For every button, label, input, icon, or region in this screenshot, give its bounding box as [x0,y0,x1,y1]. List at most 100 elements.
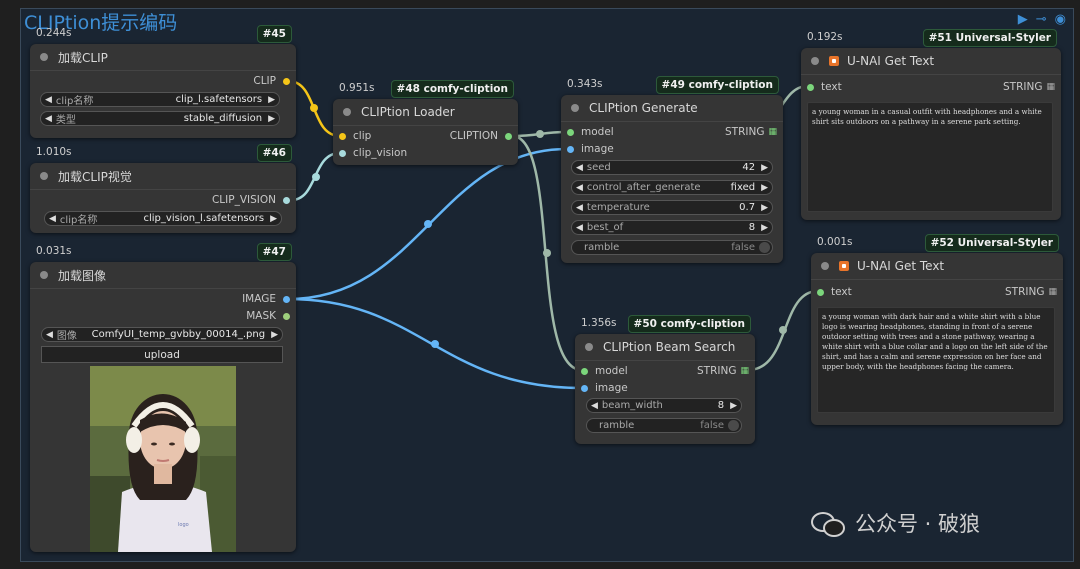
output-clip-vision[interactable]: CLIP_VISION [212,194,290,206]
output-string[interactable]: STRING ▦ [1003,81,1055,93]
input-text[interactable]: text [807,81,842,93]
arrow-left-icon[interactable]: ◀ [576,183,583,193]
grid-icon[interactable]: ▦ [1046,82,1055,92]
collapse-dot-icon[interactable] [40,271,48,279]
input-image-dot[interactable] [567,145,574,153]
node-title: 加载图像 [58,268,107,283]
beam-width-widget[interactable]: ◀ beam_width 8 ▶ [586,398,742,413]
input-image[interactable]: image [567,143,614,155]
output-image-dot[interactable] [283,295,290,303]
input-model[interactable]: model [567,126,614,138]
node-load-image[interactable]: 0.031s #47 加载图像 IMAGE MASK ◀ 图像 ComfyUI_… [30,243,296,552]
output-text-area[interactable]: a young woman in a casual outfit with he… [807,102,1053,212]
input-clip-label: clip [353,130,372,142]
node-header[interactable]: U-NAI Get Text [801,48,1061,75]
output-string[interactable]: STRING ▦ [697,365,749,377]
upload-button[interactable]: upload [41,346,283,363]
arrow-right-icon[interactable]: ▶ [268,95,275,105]
clip-vision-name-combo[interactable]: ◀ clip名称 clip_vision_l.safetensors ▶ [44,211,282,226]
best-of-widget[interactable]: ◀ best_of 8 ▶ [571,220,773,235]
arrow-right-icon[interactable]: ▶ [270,214,277,224]
node-header[interactable]: CLIPtion Generate [561,95,783,122]
ramble-toggle[interactable]: ramble false [586,418,742,433]
collapse-dot-icon[interactable] [40,172,48,180]
output-image[interactable]: IMAGE [242,293,290,305]
collapse-dot-icon[interactable] [821,262,829,270]
node-header[interactable]: CLIPtion Beam Search [575,334,755,361]
arrow-left-icon[interactable]: ◀ [591,401,598,411]
input-image[interactable]: image [581,382,628,394]
image-combo[interactable]: ◀ 图像 ComfyUI_temp_gvbby_00014_.png ▶ [41,327,283,342]
clip-name-combo[interactable]: ◀ clip名称 clip_l.safetensors ▶ [40,92,280,107]
arrow-right-icon[interactable]: ▶ [761,203,768,213]
input-clip-vision[interactable]: clip_vision [339,147,407,159]
control-after-generate-widget[interactable]: ◀ control_after_generate fixed ▶ [571,180,773,195]
input-clip-vision-dot[interactable] [339,149,346,157]
output-mask[interactable]: MASK [246,310,290,322]
node-header[interactable]: 加载CLIP [30,44,296,71]
arrow-left-icon[interactable]: ◀ [576,203,583,213]
input-clip-dot[interactable] [339,132,346,140]
input-text[interactable]: text [817,286,852,298]
grid-icon[interactable]: ▦ [1048,287,1057,297]
eye-icon[interactable]: ◉ [1055,12,1066,27]
node-header[interactable]: CLIPtion Loader [333,99,518,126]
node-load-clip[interactable]: 0.244s #45 加载CLIP CLIP ◀ clip名称 clip_l.s… [30,25,296,138]
arrow-right-icon[interactable]: ▶ [761,163,768,173]
output-mask-dot[interactable] [283,312,290,320]
grid-icon[interactable]: ▦ [768,127,777,137]
output-string[interactable]: STRING ▦ [725,126,777,138]
arrow-left-icon[interactable]: ◀ [576,163,583,173]
node-cliption-beam-search[interactable]: 1.356s #50 comfy-cliption CLIPtion Beam … [575,315,755,444]
output-cliption-dot[interactable] [505,132,512,140]
arrow-right-icon[interactable]: ▶ [271,330,278,340]
link-icon[interactable]: ⊸ [1036,12,1047,27]
arrow-left-icon[interactable]: ◀ [49,214,56,224]
toggle-knob-icon[interactable] [759,242,770,253]
node-unai-get-text-51[interactable]: 0.192s #51 Universal-Styler U-NAI Get Te… [801,29,1061,220]
node-load-clip-vision[interactable]: 1.010s #46 加载CLIP视觉 CLIP_VISION ◀ clip名称… [30,144,296,233]
input-text-dot[interactable] [807,83,814,91]
input-text-dot[interactable] [817,288,824,296]
collapse-dot-icon[interactable] [40,53,48,61]
input-image-dot[interactable] [581,384,588,392]
node-title: U-NAI Get Text [857,259,945,273]
collapse-dot-icon[interactable] [571,104,579,112]
output-cliption[interactable]: CLIPTION [450,130,512,142]
node-unai-get-text-52[interactable]: 0.001s #52 Universal-Styler U-NAI Get Te… [811,234,1063,425]
arrow-left-icon[interactable]: ◀ [46,330,53,340]
input-image-label: image [581,143,614,155]
node-header[interactable]: 加载图像 [30,262,296,289]
node-header[interactable]: U-NAI Get Text [811,253,1063,280]
collapse-dot-icon[interactable] [343,108,351,116]
temperature-widget[interactable]: ◀ temperature 0.7 ▶ [571,200,773,215]
arrow-left-icon[interactable]: ◀ [45,95,52,105]
ramble-toggle[interactable]: ramble false [571,240,773,255]
arrow-right-icon[interactable]: ▶ [730,401,737,411]
arrow-right-icon[interactable]: ▶ [761,183,768,193]
output-clip[interactable]: CLIP [253,75,290,87]
node-header[interactable]: 加载CLIP视觉 [30,163,296,190]
arrow-left-icon[interactable]: ◀ [45,114,52,124]
input-model-dot[interactable] [581,367,588,375]
output-string[interactable]: STRING ▦ [1005,286,1057,298]
collapse-dot-icon[interactable] [811,57,819,65]
arrow-left-icon[interactable]: ◀ [576,223,583,233]
seed-widget[interactable]: ◀ seed 42 ▶ [571,160,773,175]
output-clip-vision-dot[interactable] [283,196,290,204]
arrow-right-icon[interactable]: ▶ [761,223,768,233]
input-clip[interactable]: clip [339,130,371,142]
toggle-knob-icon[interactable] [728,420,739,431]
output-clip-dot[interactable] [283,77,290,85]
type-combo[interactable]: ◀ 类型 stable_diffusion ▶ [40,111,280,126]
grid-icon[interactable]: ▦ [740,366,749,376]
input-model-dot[interactable] [567,128,574,136]
node-cliption-loader[interactable]: 0.951s #48 comfy-cliption CLIPtion Loade… [333,80,518,165]
arrow-right-icon[interactable]: ▶ [268,114,275,124]
node-cliption-generate[interactable]: 0.343s #49 comfy-cliption CLIPtion Gener… [561,76,783,263]
collapse-dot-icon[interactable] [585,343,593,351]
output-text-area[interactable]: a young woman with dark hair and a white… [817,307,1055,413]
input-model[interactable]: model [581,365,628,377]
input-text-label: text [831,286,852,298]
play-icon[interactable]: ▶ [1018,12,1028,27]
